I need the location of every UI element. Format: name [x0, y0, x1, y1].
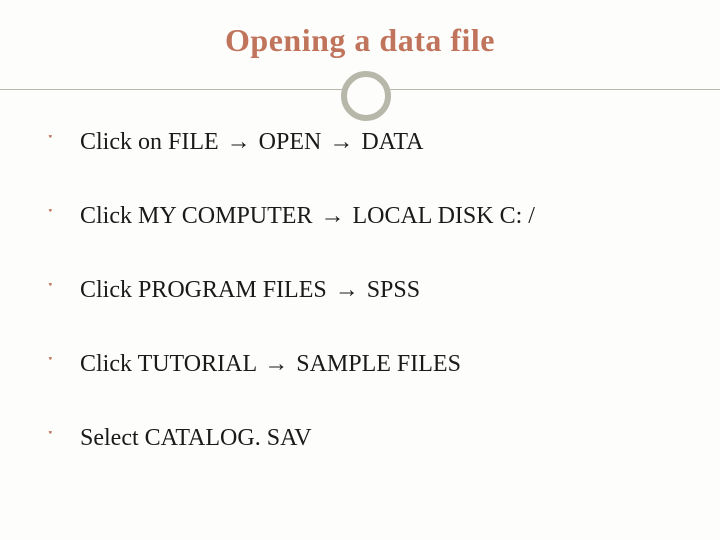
arrow-icon: → [318, 201, 346, 231]
item-text: OPEN [253, 129, 328, 155]
item-text: SPSS [361, 277, 420, 303]
list-item: ་ Click on FILE → OPEN → DATA [48, 127, 672, 157]
item-text: Click MY COMPUTER [80, 203, 318, 229]
item-text: Click on FILE [80, 129, 225, 155]
item-text: Select CATALOG. SAV [80, 425, 312, 451]
bullet-icon: ་ [48, 277, 53, 305]
item-text: Click PROGRAM FILES [80, 277, 333, 303]
content-area: ་ Click on FILE → OPEN → DATA ་ Click MY… [0, 117, 720, 453]
bullet-icon: ་ [48, 351, 53, 379]
bullet-icon: ་ [48, 203, 53, 231]
item-text: SAMPLE FILES [290, 351, 461, 377]
list-item: ་ Click TUTORIAL → SAMPLE FILES [48, 349, 672, 379]
arrow-icon: → [262, 349, 290, 379]
arrow-icon: → [327, 127, 355, 157]
slide-title: Opening a data file [0, 0, 720, 59]
title-decoration [0, 67, 720, 117]
bullet-icon: ་ [48, 129, 53, 157]
arrow-icon: → [225, 127, 253, 157]
arrow-icon: → [333, 275, 361, 305]
bullet-list: ་ Click on FILE → OPEN → DATA ་ Click MY… [48, 127, 672, 453]
list-item: ་ Click PROGRAM FILES → SPSS [48, 275, 672, 305]
item-text: LOCAL DISK C: / [346, 203, 534, 229]
slide: Opening a data file ་ Click on FILE → OP… [0, 0, 720, 540]
list-item: ་ Select CATALOG. SAV [48, 423, 672, 453]
circle-icon [341, 71, 391, 121]
bullet-icon: ་ [48, 425, 53, 453]
list-item: ་ Click MY COMPUTER → LOCAL DISK C: / [48, 201, 672, 231]
item-text: DATA [355, 129, 423, 155]
item-text: Click TUTORIAL [80, 351, 262, 377]
